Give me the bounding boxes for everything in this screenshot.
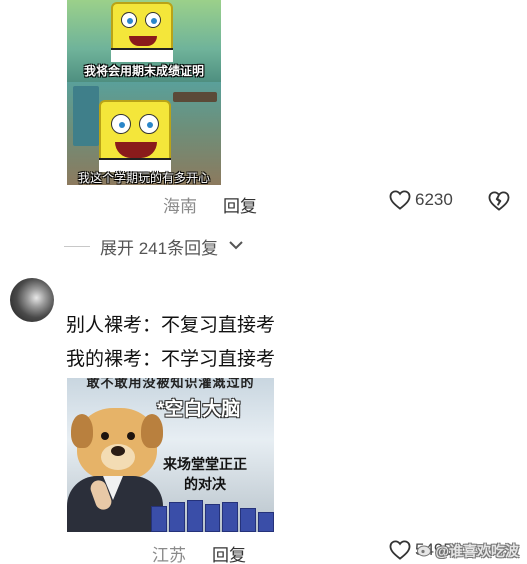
expand-divider [64, 246, 90, 247]
comment-location: 江苏 [152, 546, 186, 564]
meme-duel-text: 来场堂堂正正 的对决 [163, 456, 247, 492]
heart-outline-icon [389, 190, 411, 210]
expand-replies-button[interactable]: 展开 241条回复 [64, 234, 244, 259]
meme-caption-bottom: 我这个学期玩的有多开心 [77, 171, 210, 185]
comment-image-spongebob[interactable]: 我将会用期末成绩证明 我这个学期玩的有多开心 [67, 0, 221, 185]
meme-title: *空白大脑 [157, 399, 241, 420]
avatar[interactable] [10, 278, 54, 322]
like-button[interactable]: 6230 [389, 190, 453, 210]
comment-location: 海南 [163, 197, 197, 216]
expand-replies-label: 展开 241条回复 [100, 239, 219, 258]
chevron-down-icon [228, 238, 244, 256]
comment-image-dog[interactable]: 敢不敢用没被知识灌溉过的 *空白大脑 来场堂堂正正 的对决 [67, 378, 274, 532]
spongebob-figure-bottom [99, 100, 171, 172]
watermark: @谁喜欢吃波 [417, 541, 519, 561]
weibo-logo-icon [417, 543, 433, 560]
spongebob-figure-top [111, 2, 173, 62]
dog-figure [71, 408, 163, 480]
broken-heart-icon [488, 191, 510, 211]
reply-button[interactable]: 回复 [223, 192, 257, 217]
books-stack [151, 498, 274, 532]
comment-text-line-1: 别人裸考：不复习直接考 [66, 315, 276, 336]
dislike-button[interactable] [488, 191, 510, 211]
comment-text-line-2: 我的裸考：不学习直接考 [66, 349, 276, 370]
meme-caption-top: 我将会用期末成绩证明 [83, 64, 204, 78]
like-count: 6230 [415, 190, 453, 209]
meme-top-text: 敢不敢用没被知识灌溉过的 [86, 378, 255, 390]
reply-button[interactable]: 回复 [212, 541, 246, 564]
heart-outline-icon [389, 540, 411, 560]
